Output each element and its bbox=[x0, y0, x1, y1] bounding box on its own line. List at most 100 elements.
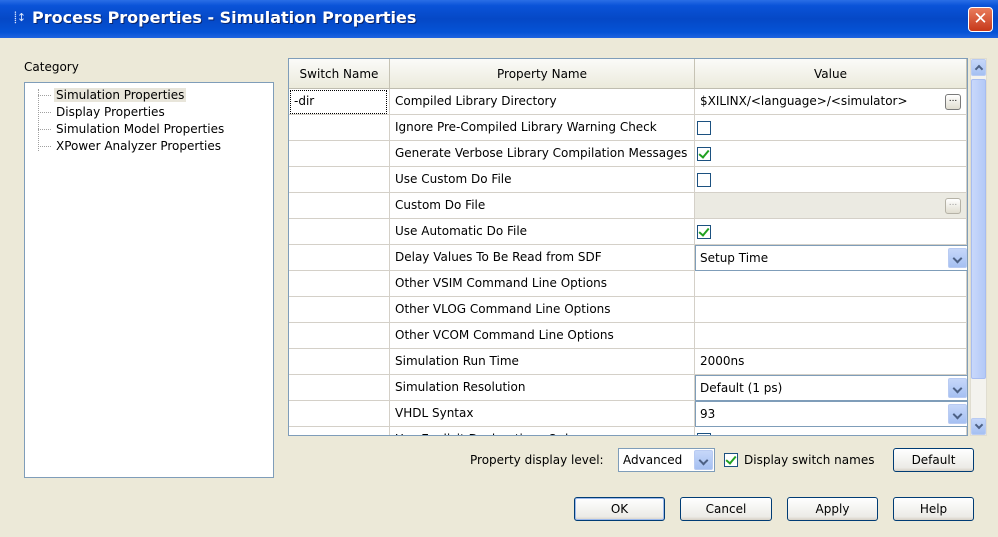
property-name-cell: Other VSIM Command Line Options bbox=[390, 271, 695, 297]
switch-name-cell bbox=[289, 115, 390, 141]
category-tree[interactable]: Simulation Properties Display Properties… bbox=[24, 82, 274, 478]
switch-name-cell bbox=[289, 297, 390, 323]
use-custom-do-file-checkbox[interactable] bbox=[697, 173, 711, 187]
title-bar[interactable]: ⸽↕ Process Properties - Simulation Prope… bbox=[0, 0, 998, 38]
scroll-down-icon[interactable] bbox=[971, 418, 986, 435]
property-name-cell: Use Automatic Do File bbox=[390, 219, 695, 245]
table-row[interactable]: Use Explicit Declarations Only bbox=[289, 427, 967, 435]
dropdown-value: Advanced bbox=[623, 453, 683, 467]
property-display-level-dropdown[interactable]: Advanced bbox=[618, 448, 715, 472]
table-row[interactable]: Simulation Run Time 2000ns bbox=[289, 349, 967, 375]
close-icon: ✕ bbox=[973, 9, 988, 29]
value-cell[interactable]: 2000ns bbox=[695, 349, 967, 375]
switch-name-cell bbox=[289, 245, 390, 271]
switch-name-cell bbox=[289, 401, 390, 427]
table-row[interactable]: Delay Values To Be Read from SDF Setup T… bbox=[289, 245, 967, 271]
column-header-switch-name[interactable]: Switch Name bbox=[289, 59, 390, 89]
dropdown-value: 93 bbox=[700, 407, 716, 421]
ellipsis-icon: ... bbox=[948, 198, 958, 208]
window-title: Process Properties - Simulation Properti… bbox=[32, 8, 417, 27]
simulation-resolution-dropdown[interactable]: Default (1 ps) bbox=[695, 375, 967, 401]
property-name-cell: Other VLOG Command Line Options bbox=[390, 297, 695, 323]
switch-name-cell bbox=[289, 219, 390, 245]
display-switch-names-label[interactable]: Display switch names bbox=[744, 453, 874, 467]
chevron-down-icon[interactable] bbox=[948, 404, 967, 424]
value-cell bbox=[695, 167, 967, 193]
scroll-up-icon[interactable] bbox=[971, 59, 986, 76]
switch-name-cell bbox=[289, 271, 390, 297]
ignore-precompiled-checkbox[interactable] bbox=[697, 121, 711, 135]
focus-rect bbox=[290, 90, 387, 114]
chevron-down-icon[interactable] bbox=[694, 450, 713, 470]
close-button[interactable]: ✕ bbox=[968, 7, 993, 32]
table-row[interactable]: Other VSIM Command Line Options bbox=[289, 271, 967, 297]
tree-item-label: Display Properties bbox=[56, 105, 165, 119]
value-cell[interactable]: $XILINX/<language>/<simulator> bbox=[695, 89, 967, 115]
browse-button-disabled: ... bbox=[945, 198, 961, 214]
table-row[interactable]: Ignore Pre-Compiled Library Warning Chec… bbox=[289, 115, 967, 141]
property-name-cell: Use Custom Do File bbox=[390, 167, 695, 193]
property-name-cell: Simulation Run Time bbox=[390, 349, 695, 375]
sdf-delay-dropdown[interactable]: Setup Time bbox=[695, 245, 967, 271]
column-header-property-name[interactable]: Property Name bbox=[390, 59, 695, 89]
property-display-level-label: Property display level: bbox=[470, 453, 604, 467]
property-name-cell: VHDL Syntax bbox=[390, 401, 695, 427]
system-menu-icon[interactable]: ⸽↕ bbox=[14, 9, 30, 27]
value-cell bbox=[695, 219, 967, 245]
tree-item-simulation-model-properties[interactable]: Simulation Model Properties bbox=[38, 121, 226, 138]
display-switch-names-checkbox[interactable] bbox=[724, 453, 738, 467]
property-name-cell: Ignore Pre-Compiled Library Warning Chec… bbox=[390, 115, 695, 141]
verbose-messages-checkbox[interactable] bbox=[697, 147, 711, 161]
table-row[interactable]: Other VCOM Command Line Options bbox=[289, 323, 967, 349]
property-name-cell: Other VCOM Command Line Options bbox=[390, 323, 695, 349]
browse-button[interactable]: ... bbox=[945, 94, 961, 110]
value-cell bbox=[695, 115, 967, 141]
table-row[interactable]: Other VLOG Command Line Options bbox=[289, 297, 967, 323]
switch-name-cell bbox=[289, 193, 390, 219]
column-header-value[interactable]: Value bbox=[695, 59, 967, 89]
apply-button[interactable]: Apply bbox=[787, 497, 878, 521]
value-cell[interactable] bbox=[695, 271, 967, 297]
tree-item-display-properties[interactable]: Display Properties bbox=[38, 104, 167, 121]
scroll-thumb[interactable] bbox=[971, 79, 986, 379]
vertical-scrollbar[interactable] bbox=[970, 58, 987, 436]
table-row[interactable]: Generate Verbose Library Compilation Mes… bbox=[289, 141, 967, 167]
table-row[interactable]: -dir Compiled Library Directory $XILINX/… bbox=[289, 89, 967, 115]
switch-name-cell bbox=[289, 167, 390, 193]
chevron-down-icon[interactable] bbox=[948, 248, 967, 268]
switch-name-cell bbox=[289, 349, 390, 375]
table-row[interactable]: Simulation Resolution Default (1 ps) bbox=[289, 375, 967, 401]
chevron-down-icon[interactable] bbox=[948, 378, 967, 398]
tree-item-label: XPower Analyzer Properties bbox=[56, 139, 221, 153]
use-automatic-do-file-checkbox[interactable] bbox=[697, 225, 711, 239]
tree-item-simulation-properties[interactable]: Simulation Properties bbox=[38, 87, 187, 104]
switch-name-cell bbox=[289, 427, 390, 435]
cancel-button[interactable]: Cancel bbox=[680, 497, 772, 521]
help-button[interactable]: Help bbox=[893, 497, 974, 521]
explicit-declarations-checkbox[interactable] bbox=[697, 433, 711, 435]
property-name-cell: Compiled Library Directory bbox=[390, 89, 695, 115]
table-row[interactable]: VHDL Syntax 93 bbox=[289, 401, 967, 427]
table-row[interactable]: Use Automatic Do File bbox=[289, 219, 967, 245]
switch-name-cell bbox=[289, 141, 390, 167]
property-grid[interactable]: Switch Name Property Name Value -dir Com… bbox=[288, 58, 968, 436]
ellipsis-icon: ... bbox=[948, 94, 958, 104]
category-label: Category bbox=[24, 60, 79, 74]
tree-item-xpower-analyzer-properties[interactable]: XPower Analyzer Properties bbox=[38, 138, 223, 155]
tree-item-label: Simulation Model Properties bbox=[56, 122, 225, 136]
value-cell[interactable] bbox=[695, 323, 967, 349]
table-row[interactable]: Use Custom Do File bbox=[289, 167, 967, 193]
default-button[interactable]: Default bbox=[893, 448, 974, 472]
property-name-cell: Delay Values To Be Read from SDF bbox=[390, 245, 695, 271]
value-cell[interactable] bbox=[695, 297, 967, 323]
property-name-cell: Simulation Resolution bbox=[390, 375, 695, 401]
value-cell bbox=[695, 427, 967, 435]
vhdl-syntax-dropdown[interactable]: 93 bbox=[695, 401, 967, 427]
property-name-cell: Generate Verbose Library Compilation Mes… bbox=[390, 141, 695, 167]
ok-button[interactable]: OK bbox=[574, 497, 665, 521]
switch-name-cell bbox=[289, 323, 390, 349]
process-properties-dialog: ⸽↕ Process Properties - Simulation Prope… bbox=[0, 0, 998, 537]
table-row[interactable]: Custom Do File ... bbox=[289, 193, 967, 219]
value-cell bbox=[695, 141, 967, 167]
dropdown-value: Setup Time bbox=[700, 251, 769, 265]
